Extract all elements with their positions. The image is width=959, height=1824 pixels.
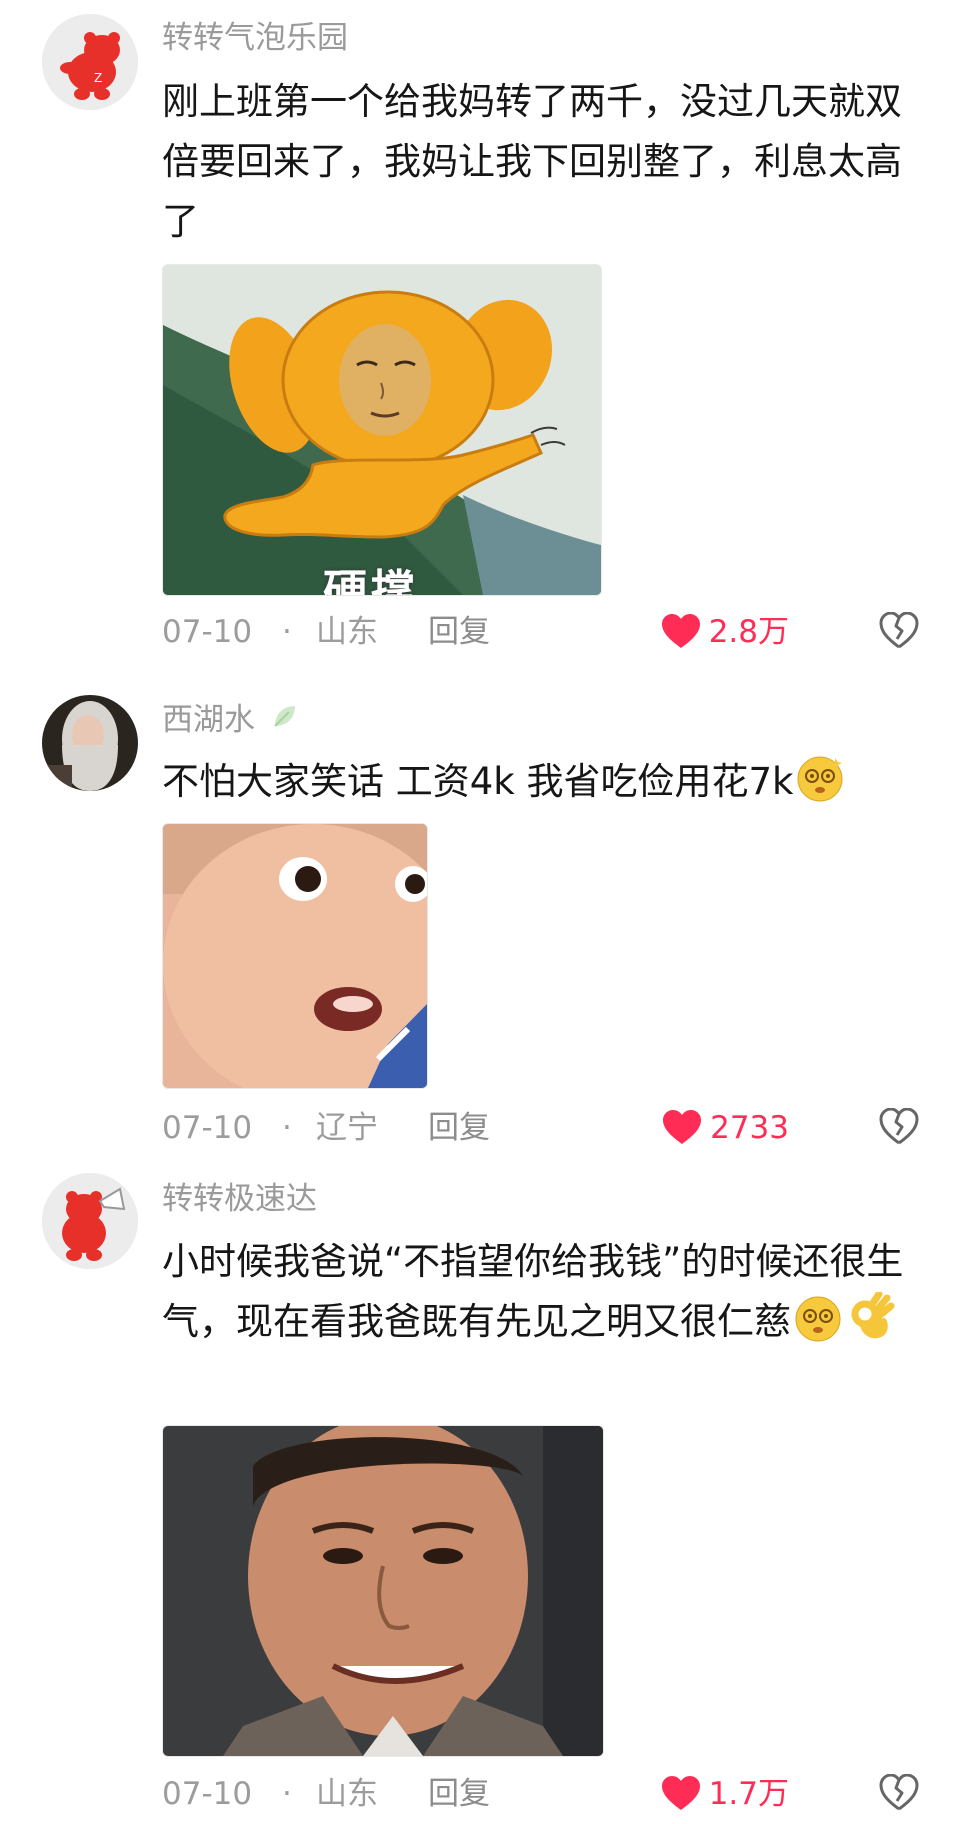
surprised-child-photo [163,824,427,1088]
comment-location: 辽宁 [316,1110,378,1146]
reply-button[interactable]: 回复 [428,1772,490,1816]
comment-meta: 07-10 · 山东 回复 2.8万 [162,610,919,654]
dislike-button[interactable] [879,611,919,662]
comment-meta: 07-10 · 山东 回复 1.7万 [162,1772,919,1816]
reply-button[interactable]: 回复 [428,1106,490,1150]
like-count: 2733 [710,1110,789,1146]
ok-hand-emoji [845,1290,895,1360]
smiling-man-photo [163,1426,603,1756]
username[interactable]: 转转气泡乐园 [162,18,348,58]
dizzy-face-emoji [795,752,845,820]
red-bear-megaphone-icon [42,1173,138,1269]
reply-button[interactable]: 回复 [428,610,490,654]
comment-date: 07-10 [162,1776,253,1812]
meta-separator: · [282,1776,292,1812]
comment-meta: 07-10 · 辽宁 回复 2733 [162,1106,919,1150]
red-bear-icon: Z [42,14,138,110]
avatar[interactable]: Z [42,14,138,110]
like-button[interactable]: 2733 [662,1106,789,1150]
comment-location: 山东 [316,1776,378,1812]
reaction-image[interactable] [162,1425,604,1757]
comment-date: 07-10 [162,1110,253,1146]
avatar[interactable] [42,1173,138,1269]
heart-filled-icon [661,614,700,648]
comment-text: 不怕大家笑话 工资4k 我省吃俭用花7k [162,752,922,820]
dislike-button[interactable] [879,1773,919,1824]
like-button[interactable]: 2.8万 [661,610,789,654]
broken-heart-icon [879,611,919,649]
heart-filled-icon [663,1110,702,1144]
comment-text: 刚上班第一个给我妈转了两千，没过几天就双倍要回来了，我妈让我下回别整了，利息太高… [162,80,902,243]
sticker-image[interactable]: 硬撑 [162,264,602,596]
meta-separator: · [282,614,292,650]
broken-heart-icon [879,1107,919,1145]
comment-location: 山东 [316,614,378,650]
dizzy-face-emoji [793,1292,843,1360]
dog-sticker-illustration [163,265,601,595]
like-button[interactable]: 1.7万 [661,1772,789,1816]
comment-text-content: 不怕大家笑话 工资4k 我省吃俭用花7k [162,760,794,803]
username[interactable]: 西湖水 [162,700,299,742]
heart-filled-icon [661,1776,700,1810]
meta-separator: · [282,1110,292,1146]
leaf-icon [269,702,299,742]
avatar[interactable] [42,695,138,791]
username-text: 西湖水 [162,702,255,738]
broken-heart-icon [879,1773,919,1811]
comment-date: 07-10 [162,614,253,650]
comment-text: 小时候我爸说“不指望你给我钱”的时候还很生气，现在看我爸既有先见之明又很仁慈 [162,1232,922,1360]
like-count: 1.7万 [708,1776,789,1812]
reaction-image[interactable] [162,823,428,1089]
sticker-caption: 硬撑 [323,566,419,596]
long-hair-person-avatar [42,695,138,791]
like-count: 2.8万 [708,614,789,650]
dislike-button[interactable] [879,1107,919,1158]
username[interactable]: 转转极速达 [162,1179,317,1219]
svg-text:Z: Z [94,71,102,85]
